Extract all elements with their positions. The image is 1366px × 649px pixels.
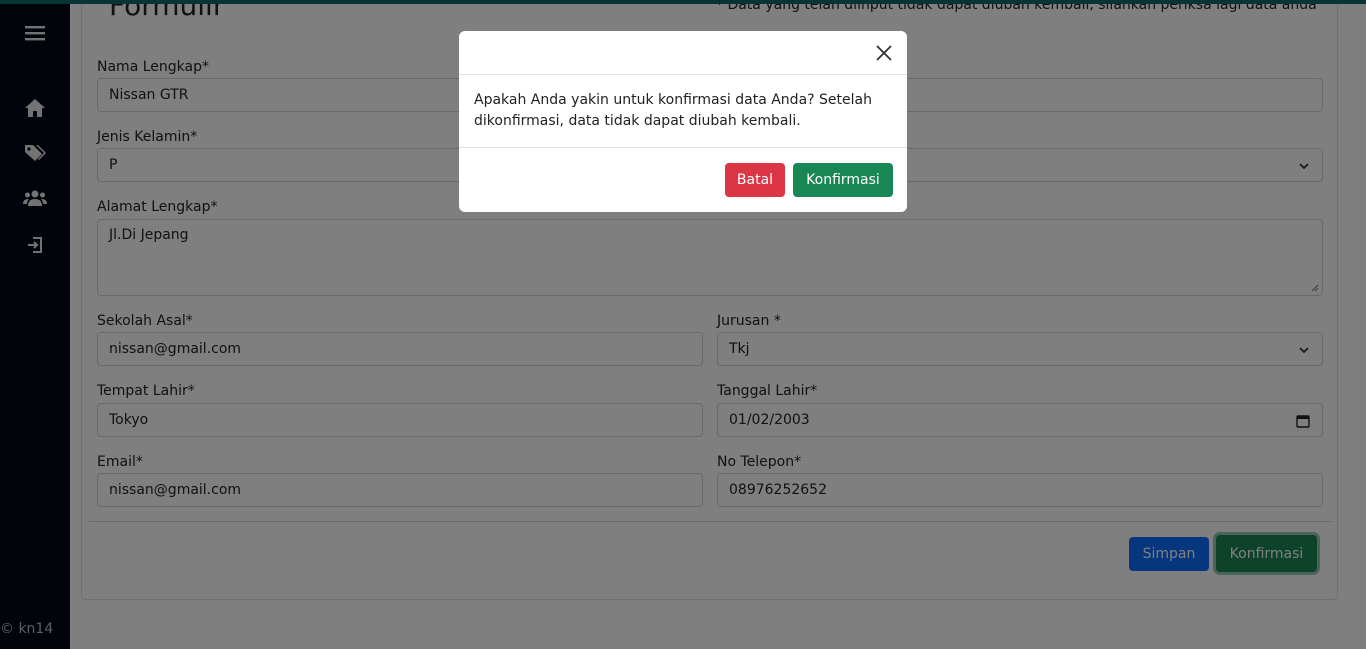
- modal-footer: Batal Konfirmasi: [459, 147, 907, 212]
- confirm-modal: Apakah Anda yakin untuk konfirmasi data …: [459, 31, 907, 212]
- modal-message: Apakah Anda yakin untuk konfirmasi data …: [474, 92, 872, 129]
- modal-header: [459, 31, 907, 75]
- close-icon[interactable]: [875, 44, 893, 62]
- modal-confirm-button[interactable]: Konfirmasi: [793, 163, 893, 197]
- cancel-button[interactable]: Batal: [725, 163, 785, 197]
